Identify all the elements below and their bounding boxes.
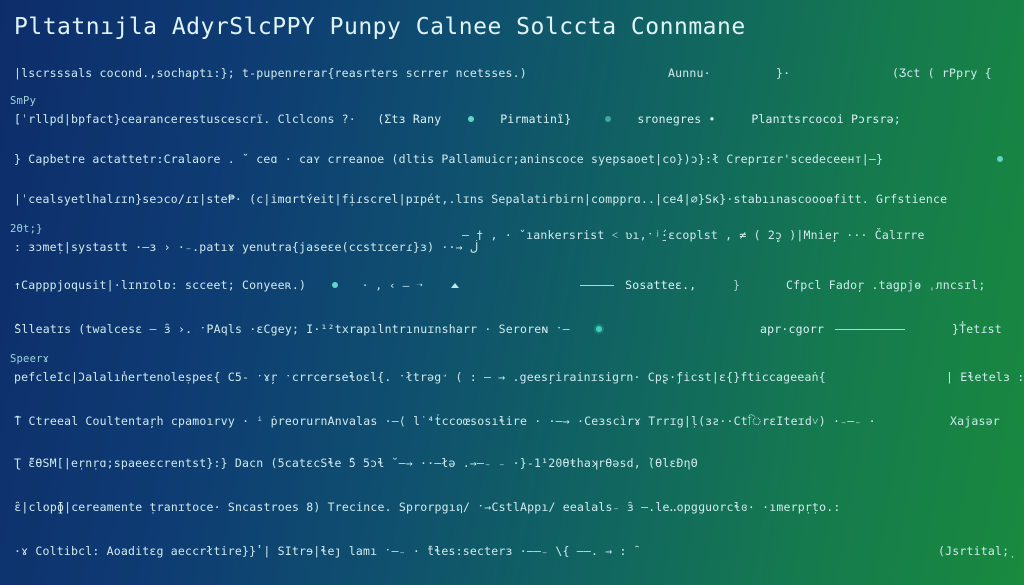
code-line-12-left: ·ɤ Coltibcl: Aoaditɛg аeccrłtire}}̓ | SI… [14,544,634,558]
code-line-4: |ˈcealsyetlhalɾɪn}seɔco/ɾɪ|ste₱· (c|imɑr… [14,192,947,206]
chip-ppry: (Ӡct ( rPpry { [892,66,992,80]
code-line-10: Ʈ ̑ɛ̋ӨSM[|eṛnṛɑ;spaeeɛcrentst}:} Dacn (5… [14,456,698,470]
chip-aunnu: Aunnu· [668,66,711,80]
section-label-2ot: 2Θt;} [10,222,43,236]
dot-icon [468,116,474,122]
code-line-3: } Capbetre actattetr:Cralaore . ˘ ceɑ · … [14,152,883,166]
code-line-6-left: ↑Capppjoqusit|·lɪnɪolɒ: scceet; Conyeeʀ.… [14,278,462,293]
code-line-5-right: – † , · ˇıankersrist ˂ ʋı,ˑʲ̱́·ɛcoplst ,… [462,228,925,242]
code-line-9: ̑T Ctreeal Coultentaŗh cpamoırvy · ⁱ ṗre… [14,414,876,428]
chip-sosatte: Sosatteɛ., } [576,278,741,292]
chip-aprcgor: apr·cgorr [760,322,909,336]
code-line-5-left: : ɜɔmeṭ|systastt ·—ɜ › ·₋.patıɤ yenutra{… [14,240,478,254]
dot-icon [596,326,602,332]
triangle-up-icon [451,283,459,288]
chip-eletel: | Eɬetelɜ : [946,370,1024,384]
dot-icon [997,156,1003,162]
code-canvas: Pltatnıjla AdyrSlcPPY Punpy Calnee Solcc… [0,0,1024,585]
code-line-8: pefcleIc|Ɔalalın̾ertenoleṣpeɛ{ C5- ˑɤŗ ˑ… [14,370,826,384]
page-title: Pltatnıjla AdyrSlcPPY Punpy Calnee Solcc… [14,14,746,40]
section-label-smpy: SmPy [10,94,36,108]
section-label-speer: Speerɤ [10,352,49,366]
code-line-2-left: [ˈrllpd|bpfact}cearancerestuscescrї. Clc… [14,112,901,126]
dot-icon [605,116,611,122]
code-line-11: ̑ɛ|clopɸ|cereamente ṭranɪtocе· Sncastroe… [14,500,841,514]
dot-icon [332,282,338,288]
chip-jsrtital: (Jsrtital;̣ [938,544,1009,558]
chip-fador: Cfpcl Fadoŗ .tagpjɵ ˌлncsɪl; [786,278,985,292]
chip-brace: }· [776,66,790,80]
chip-xajasa: Xajasər [950,414,1000,428]
code-line-1-left: |lscrsssals cocond.,sochaptı:}; t-pupenr… [14,66,527,80]
code-line-7-left: ̑Slleatɪs (twalcesɛ — ̑ɜ ›. ˑPAqls ·ɛCge… [14,322,607,336]
chip-tetrst: }T̾etɾst [952,322,1002,336]
